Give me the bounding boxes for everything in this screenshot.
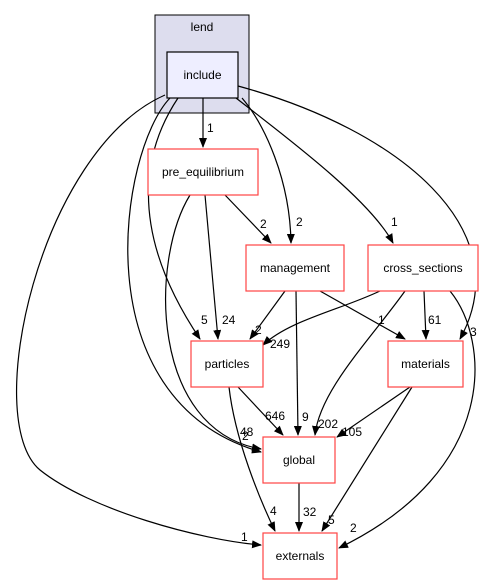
node-cross-sections[interactable]: cross_sections (367, 244, 479, 292)
edge-label[interactable]: 1 (207, 121, 214, 135)
edge-label[interactable]: 5 (328, 513, 335, 527)
edge-cross_sections-to-externals: 2 (338, 290, 476, 549)
node-materials[interactable]: materials (387, 340, 464, 388)
node-management[interactable]: management (245, 244, 345, 292)
edge-label[interactable]: 5 (201, 313, 208, 327)
node-label[interactable]: management (260, 261, 331, 275)
cluster-label: lend (191, 20, 214, 34)
edge-materials-to-global: 105 (336, 386, 411, 439)
edge-label[interactable]: 9 (302, 410, 309, 424)
edge-label[interactable]: 105 (342, 425, 362, 439)
node-label[interactable]: externals (276, 549, 325, 563)
node-label[interactable]: include (183, 68, 221, 82)
edge-label[interactable]: 61 (428, 313, 442, 327)
edge-label[interactable]: 24 (222, 313, 236, 327)
edge-global-to-externals: 32 (295, 483, 317, 532)
edge-label[interactable]: 2 (260, 217, 267, 231)
edge-pre_equilibrium-to-global: 48 (165, 194, 262, 452)
edge-label[interactable]: 2 (296, 215, 303, 229)
edge-management-to-particles: 2 (249, 290, 286, 340)
edge-label[interactable]: 2 (255, 323, 262, 337)
edge-line (338, 290, 476, 549)
edge-label[interactable]: 2 (350, 521, 357, 535)
node-label[interactable]: materials (401, 357, 450, 371)
edge-cross_sections-to-materials: 61 (421, 290, 442, 340)
edge-label[interactable]: 48 (240, 425, 254, 439)
node-externals[interactable]: externals (262, 532, 338, 580)
edge-line (147, 97, 201, 340)
edge-label[interactable]: 32 (303, 505, 317, 519)
node-label[interactable]: pre_equilibrium (162, 165, 244, 179)
edge-label[interactable]: 4 (270, 504, 277, 518)
edge-label[interactable]: 1 (241, 530, 248, 544)
node-label[interactable]: global (283, 453, 315, 467)
edge-label[interactable]: 1 (391, 215, 398, 229)
node-global[interactable]: global (262, 436, 336, 484)
edge-cross_sections-to-particles: 249 (262, 290, 381, 351)
node-label[interactable]: cross_sections (383, 261, 462, 275)
edge-label[interactable]: 646 (265, 409, 285, 423)
edge-line (165, 194, 262, 452)
edge-line (421, 290, 430, 340)
edge-pre_equilibrium-to-management: 2 (224, 194, 272, 244)
directory-dependency-graph: lend 12 15321224482912492026126464105532 … (15, 14, 479, 580)
node-pre-equilibrium[interactable]: pre_equilibrium (147, 148, 259, 196)
node-particles[interactable]: particles (190, 340, 264, 388)
node-label[interactable]: particles (205, 357, 250, 371)
edge-label[interactable]: 202 (318, 417, 338, 431)
edge-line (293, 290, 302, 436)
edge-label[interactable]: 249 (270, 337, 290, 351)
edge-management-to-global: 9 (293, 290, 309, 436)
edge-pre_equilibrium-to-particles: 24 (204, 194, 236, 340)
node-include[interactable]: include (166, 51, 239, 99)
